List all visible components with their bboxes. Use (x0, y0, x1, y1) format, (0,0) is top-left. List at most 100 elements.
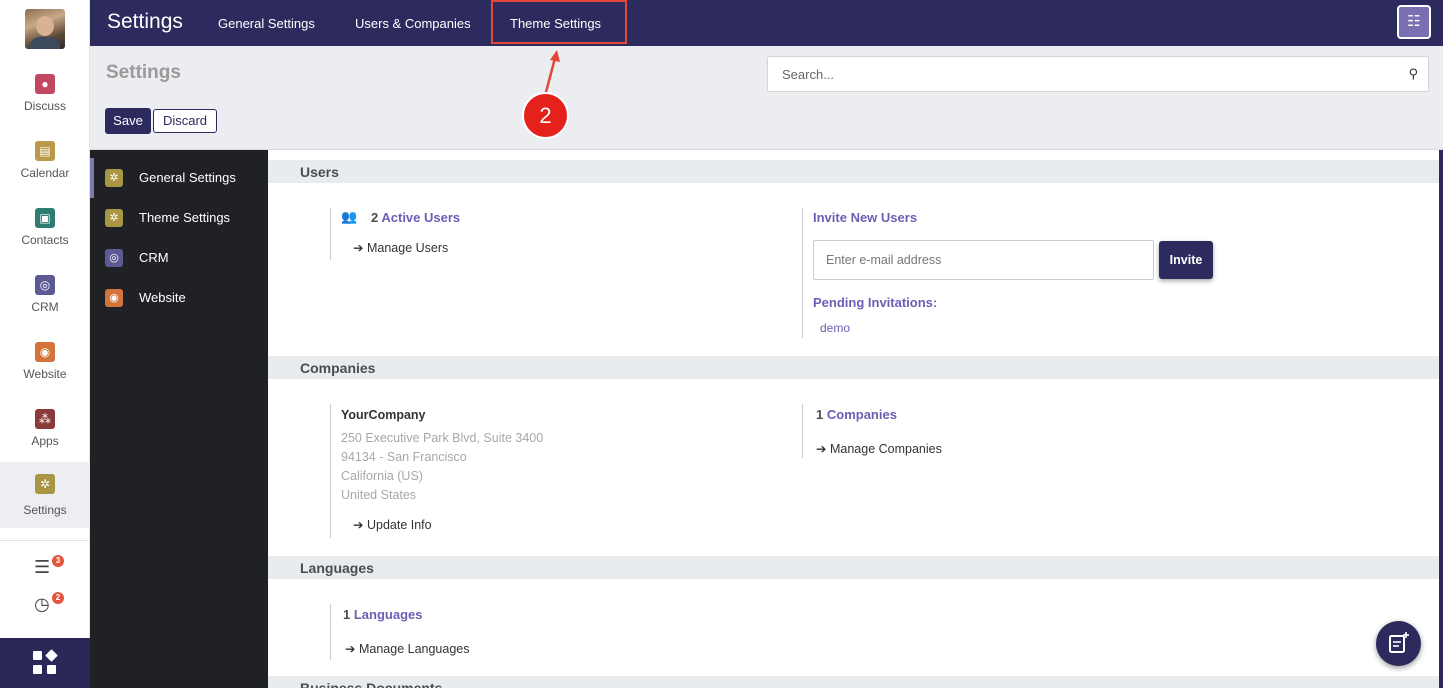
sidebar-item-website[interactable]: ◉ Website (90, 278, 268, 318)
active-users-count: 2 (371, 210, 379, 225)
invite-title: Invite New Users (813, 210, 918, 225)
globe-icon: ◉ (105, 289, 123, 307)
section-header-users: Users (268, 160, 1439, 183)
divider (330, 604, 331, 660)
rail-item-discuss[interactable]: ● Discuss (0, 64, 90, 130)
settings-content: Users 👥 2 Active Users ➔ Manage Users In… (268, 150, 1443, 688)
section-title: Languages (300, 560, 374, 576)
update-info-label: Update Info (366, 518, 432, 532)
app-brand[interactable]: Settings (107, 10, 183, 34)
section-title: Companies (300, 360, 376, 376)
floating-note-button[interactable] (1376, 621, 1421, 666)
settings-sidebar: ✲ General Settings ✲ Theme Settings ◎ CR… (90, 150, 268, 688)
company-address-line: United States (341, 488, 417, 502)
rail-item-label: Calendar (20, 166, 70, 180)
top-navbar: Settings General Settings Users & Compan… (90, 0, 1443, 46)
search-input[interactable] (782, 65, 1382, 83)
languages-link[interactable]: Languages (354, 607, 423, 622)
control-panel: Settings Save Discard ⚲ (90, 46, 1443, 150)
rail-item-settings[interactable]: ✲ Settings (0, 462, 90, 528)
arrow-right-icon: ➔ (816, 442, 827, 456)
nav-users-companies[interactable]: Users & Companies (355, 16, 471, 31)
apps-menu-button[interactable] (0, 638, 90, 688)
manage-users-link[interactable]: ➔ Manage Users (353, 240, 448, 255)
crm-icon: ◎ (35, 275, 55, 295)
search-box: ⚲ (767, 56, 1429, 92)
activities-button[interactable]: ◷ 2 (34, 592, 64, 618)
manage-languages-label: Manage Languages (358, 642, 470, 656)
rail-item-label: Apps (31, 434, 59, 448)
companies-count-line[interactable]: 1 Companies (816, 407, 897, 422)
annotation-highlight-box (491, 0, 627, 44)
manage-languages-link[interactable]: ➔ Manage Languages (345, 641, 469, 656)
rail-item-label: Settings (23, 503, 67, 517)
section-header-companies: Companies (268, 356, 1439, 379)
section-title: Business Documents (300, 680, 443, 688)
save-button[interactable]: Save (105, 108, 151, 134)
contacts-icon: ▣ (35, 208, 55, 228)
app-grid-icon (33, 649, 58, 675)
messages-badge: 3 (52, 555, 64, 567)
rail-item-label: Website (23, 367, 67, 381)
sidebar-item-theme-settings[interactable]: ✲ Theme Settings (90, 198, 268, 238)
sidebar-item-general-settings[interactable]: ✲ General Settings (90, 158, 268, 198)
rail-item-calendar[interactable]: ▤ Calendar (0, 131, 90, 197)
update-info-link[interactable]: ➔ Update Info (353, 517, 432, 532)
invite-button[interactable]: Invite (1159, 241, 1213, 279)
companies-count: 1 (816, 407, 824, 422)
manage-users-label: Manage Users (366, 241, 449, 255)
active-users-line[interactable]: 2 Active Users (371, 210, 460, 225)
crm-icon: ◎ (105, 249, 123, 267)
chat-icon: ☰ (34, 557, 51, 577)
rail-item-apps[interactable]: ⁂ Apps (0, 399, 90, 465)
activities-badge: 2 (52, 592, 64, 604)
section-header-languages: Languages (268, 556, 1439, 579)
languages-count-line[interactable]: 1 Languages (343, 607, 422, 622)
invite-email-field[interactable] (813, 240, 1154, 280)
rail-item-crm[interactable]: ◎ CRM (0, 265, 90, 331)
pending-invitations-title: Pending Invitations: (813, 295, 938, 310)
app-rail: ● Discuss ▤ Calendar ▣ Contacts ◎ CRM ◉ … (0, 0, 90, 688)
manage-companies-link[interactable]: ➔ Manage Companies (816, 441, 942, 456)
languages-count: 1 (343, 607, 351, 622)
sliders-icon: ☷ (1407, 13, 1421, 30)
divider (802, 208, 803, 338)
discuss-icon: ● (35, 74, 55, 94)
scrollbar[interactable] (1439, 150, 1443, 688)
sidebar-item-label: Website (139, 290, 186, 305)
settings-filter-button[interactable]: ☷ (1397, 5, 1431, 39)
sidebar-item-crm[interactable]: ◎ CRM (90, 238, 268, 278)
sidebar-item-label: CRM (139, 250, 169, 265)
gear-icon: ✲ (105, 169, 123, 187)
divider (330, 208, 331, 260)
search-icon[interactable]: ⚲ (1408, 66, 1418, 82)
page-title: Settings (106, 62, 181, 83)
company-address-line: 94134 - San Francisco (341, 450, 467, 464)
sidebar-item-label: Theme Settings (139, 210, 231, 225)
nav-general-settings[interactable]: General Settings (218, 16, 315, 31)
rail-item-website[interactable]: ◉ Website (0, 332, 90, 398)
rail-item-contacts[interactable]: ▣ Contacts (0, 198, 90, 264)
arrow-right-icon: ➔ (353, 241, 364, 255)
rail-item-label: Contacts (21, 233, 69, 247)
companies-link[interactable]: Companies (827, 407, 897, 422)
active-users-link[interactable]: Active Users (381, 210, 460, 225)
company-address-line: 250 Executive Park Blvd, Suite 3400 (341, 431, 544, 445)
clock-icon: ◷ (34, 594, 50, 614)
section-header-business-documents: Business Documents (268, 676, 1439, 688)
messages-button[interactable]: ☰ 3 (34, 555, 64, 581)
divider (330, 404, 331, 538)
settings-icon: ✲ (35, 474, 55, 494)
user-avatar[interactable] (25, 9, 65, 49)
website-icon: ◉ (35, 342, 55, 362)
discard-button[interactable]: Discard (153, 109, 217, 133)
divider (802, 404, 803, 458)
pending-invite-item[interactable]: demo (820, 321, 850, 335)
manage-companies-label: Manage Companies (829, 442, 942, 456)
company-name: YourCompany (341, 408, 426, 422)
rail-item-label: Discuss (23, 99, 66, 113)
company-address-line: California (US) (341, 469, 423, 483)
calendar-icon: ▤ (35, 141, 55, 161)
gear-icon: ✲ (105, 209, 123, 227)
arrow-right-icon: ➔ (353, 518, 364, 532)
